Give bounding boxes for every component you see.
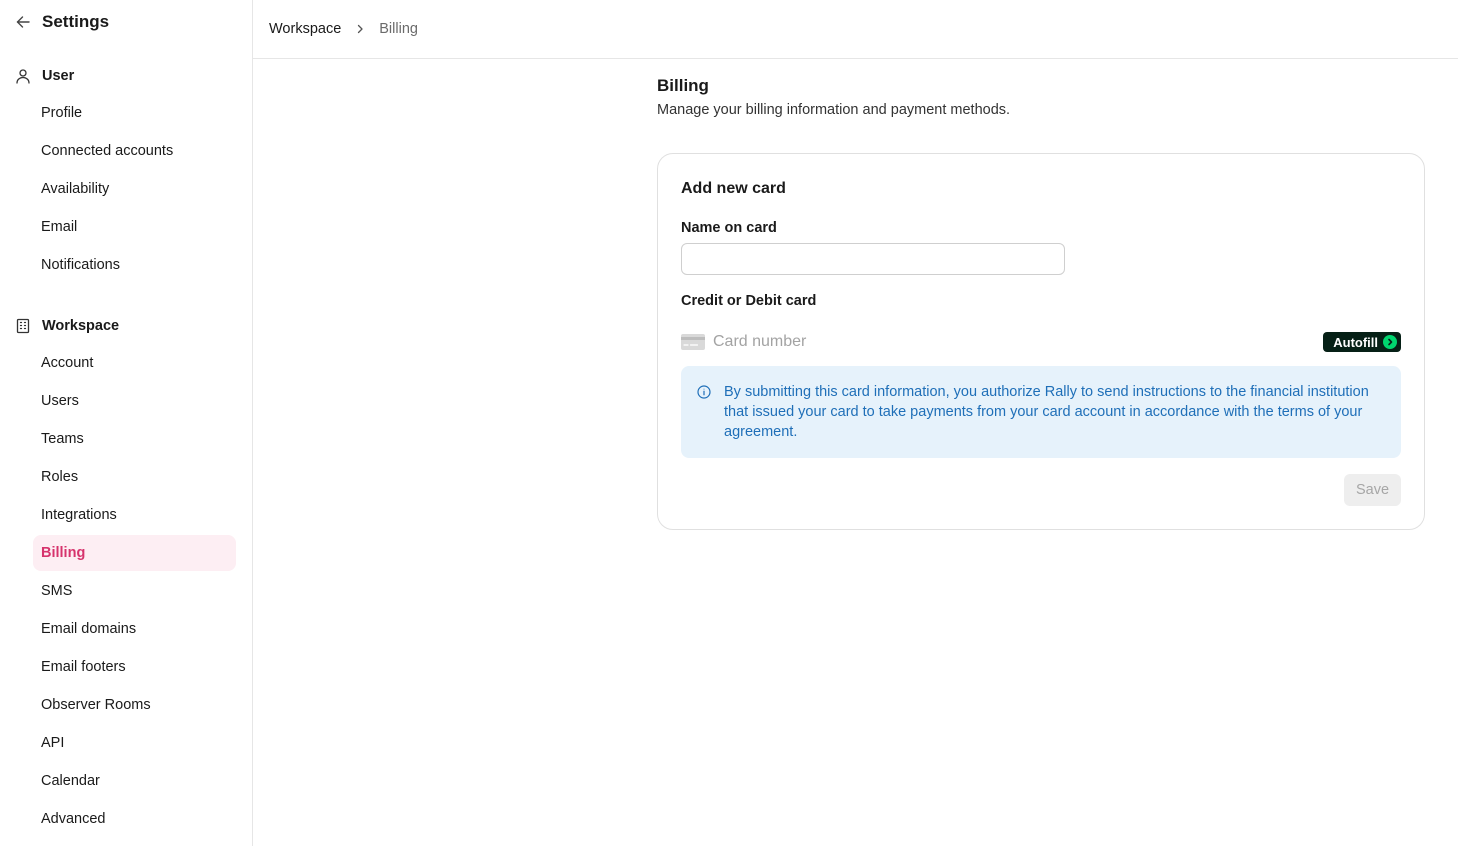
sidebar-header: Settings [14,11,109,33]
user-icon [14,67,32,85]
section-label-user: User [42,68,75,84]
sidebar-item-account[interactable]: Account [33,345,236,381]
arrow-right-circle-icon [1383,335,1397,349]
autofill-label: Autofill [1333,334,1378,350]
add-card-panel: Add new card Name on card Credit or Debi… [657,153,1425,530]
sidebar-item-availability[interactable]: Availability [33,171,236,207]
authorization-notice-text: By submitting this card information, you… [724,384,1369,440]
page-description: Manage your billing information and paym… [657,102,1011,118]
card-number-row: Autofill [681,330,1401,354]
sidebar-title: Settings [42,12,110,31]
authorization-notice: By submitting this card information, you… [681,366,1401,458]
sidebar-item-teams[interactable]: Teams [33,421,236,457]
sidebar-item-advanced[interactable]: Advanced [33,801,236,837]
sidebar-item-users[interactable]: Users [33,383,236,419]
name-on-card-input[interactable] [681,243,1065,275]
breadcrumb: Workspace Billing [253,0,1458,59]
section-user: User [14,66,74,86]
breadcrumb-billing: Billing [379,21,418,37]
sidebar-item-calendar[interactable]: Calendar [33,763,236,799]
sidebar-item-billing[interactable]: Billing [33,535,236,571]
sidebar-item-notifications[interactable]: Notifications [33,247,236,283]
credit-card-icon [681,334,705,350]
sidebar-item-email[interactable]: Email [33,209,236,245]
sidebar-item-email-domains[interactable]: Email domains [33,611,236,647]
section-workspace: Workspace [14,316,119,336]
autofill-button[interactable]: Autofill [1323,332,1401,352]
sidebar-item-roles[interactable]: Roles [33,459,236,495]
breadcrumb-workspace[interactable]: Workspace [269,21,341,37]
sidebar-item-integrations[interactable]: Integrations [33,497,236,533]
info-icon [696,384,712,400]
section-label-workspace: Workspace [42,318,120,334]
credit-card-label: Credit or Debit card [681,293,817,309]
sidebar-item-connected-accounts[interactable]: Connected accounts [33,133,236,169]
sidebar-item-observer-rooms[interactable]: Observer Rooms [33,687,236,723]
arrow-left-icon[interactable] [14,13,32,31]
page-title: Billing [657,76,709,95]
building-icon [14,317,32,335]
card-form-title: Add new card [681,180,786,197]
settings-sidebar: Settings User Profile Connected accounts… [0,0,253,846]
name-on-card-label: Name on card [681,220,777,236]
chevron-right-icon [353,22,367,36]
save-button[interactable]: Save [1344,474,1401,506]
card-number-input[interactable] [713,333,1324,351]
sidebar-item-profile[interactable]: Profile [33,95,236,131]
sidebar-item-sms[interactable]: SMS [33,573,236,609]
sidebar-item-email-footers[interactable]: Email footers [33,649,236,685]
sidebar-item-api[interactable]: API [33,725,236,761]
